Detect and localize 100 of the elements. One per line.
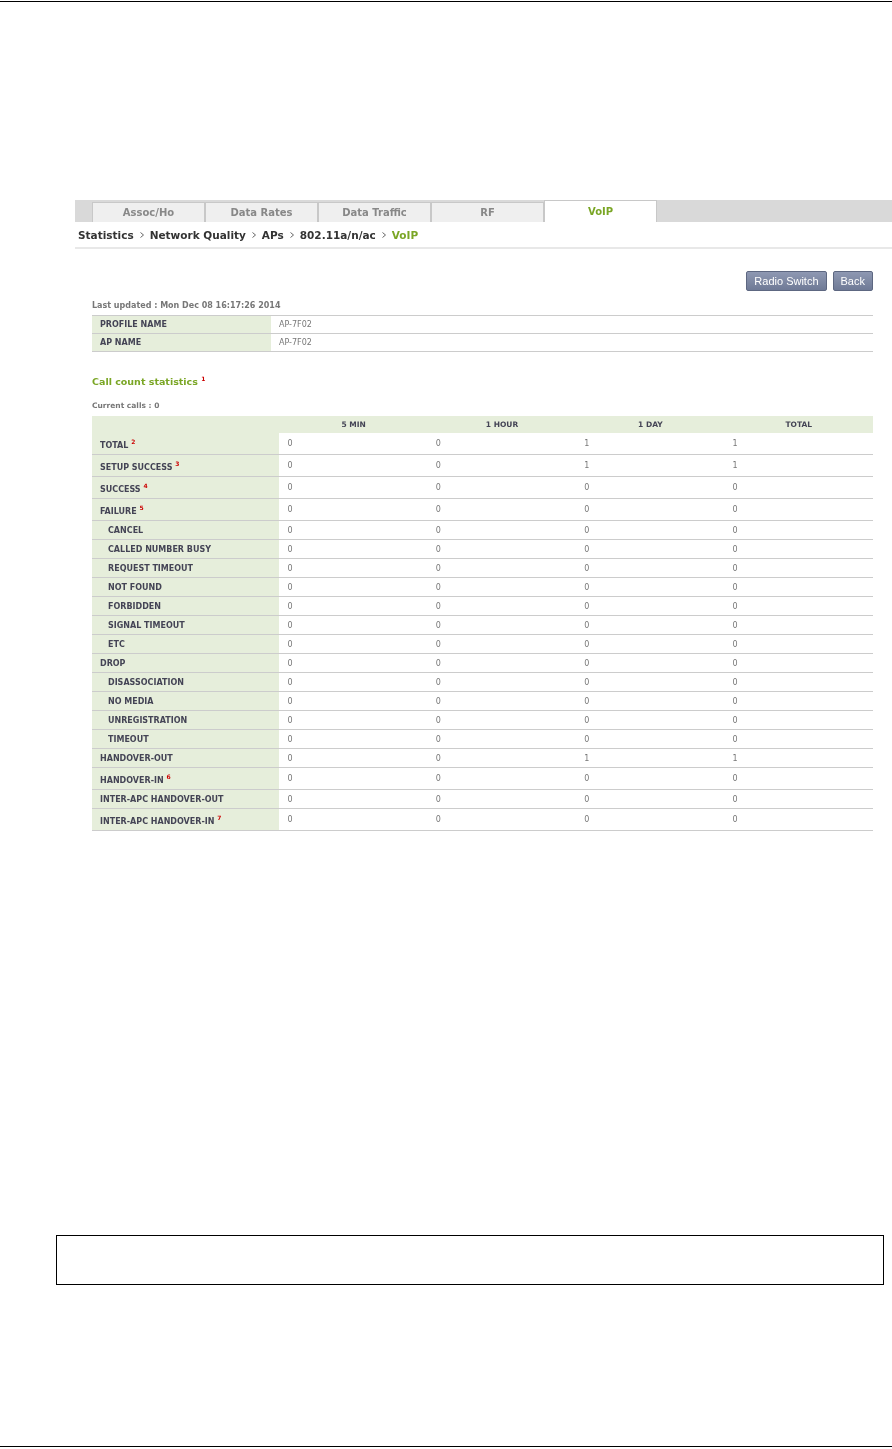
table-cell: 0 xyxy=(427,729,577,749)
table-cell: 0 xyxy=(576,789,725,809)
table-cell: 0 xyxy=(279,539,428,559)
table-cell: 0 xyxy=(279,808,428,831)
table-cell: 0 xyxy=(279,691,428,711)
table-cell: 0 xyxy=(427,767,577,790)
table-cell: 0 xyxy=(279,577,428,597)
table-cell: 1 xyxy=(576,748,725,768)
row-header: FAILURE $^{5}$ xyxy=(92,498,280,521)
table-cell: 1 xyxy=(724,748,873,768)
tab[interactable]: Data Traffic xyxy=(318,202,431,222)
table-cell: 0 xyxy=(279,789,428,809)
table-cell: 0 xyxy=(576,653,725,673)
table-cell: 0 xyxy=(576,539,725,559)
table-cell: 0 xyxy=(279,558,428,578)
tab[interactable]: VoIP xyxy=(544,200,657,222)
table-cell: 0 xyxy=(576,729,725,749)
table-cell: 0 xyxy=(724,498,873,521)
table-cell: 0 xyxy=(724,596,873,616)
breadcrumb-item[interactable]: Network Quality xyxy=(149,228,246,241)
table-cell: 0 xyxy=(724,729,873,749)
table-cell: 0 xyxy=(576,691,725,711)
table-cell: 0 xyxy=(427,691,577,711)
breadcrumb-item[interactable]: APs xyxy=(261,228,284,241)
table-cell: 0 xyxy=(724,558,873,578)
table-cell: 0 xyxy=(279,748,428,768)
table-cell: 1 xyxy=(724,454,873,477)
table-cell: 0 xyxy=(576,615,725,635)
chevron-icon xyxy=(289,231,294,238)
table-cell: 0 xyxy=(724,520,873,540)
table-cell: 0 xyxy=(427,476,577,499)
table-cell: 0 xyxy=(724,653,873,673)
table-cell: 0 xyxy=(279,767,428,790)
row-header: INTER-APC HANDOVER-IN $^{7}$ xyxy=(92,808,280,831)
table-cell: 0 xyxy=(724,789,873,809)
table-cell: 0 xyxy=(427,653,577,673)
row-header: PROFILE NAME xyxy=(92,315,271,334)
table-cell: 0 xyxy=(576,558,725,578)
table-cell: 0 xyxy=(724,615,873,635)
table-cell: 0 xyxy=(576,520,725,540)
table-cell: 0 xyxy=(576,808,725,831)
table-cell: 0 xyxy=(279,729,428,749)
table-cell: 1 xyxy=(576,454,725,477)
row-header: HANDOVER-IN $^{6}$ xyxy=(92,767,280,790)
table-cell: 0 xyxy=(427,710,577,730)
chevron-icon xyxy=(139,231,144,238)
table-cell: 0 xyxy=(279,710,428,730)
row-header: SETUP SUCCESS $^{3}$ xyxy=(92,454,280,477)
table-cell: AP-7F02 xyxy=(271,333,873,352)
table-cell: 0 xyxy=(724,710,873,730)
table-cell: 0 xyxy=(427,748,577,768)
breadcrumb-item[interactable]: 802.11a/n/ac xyxy=(299,228,376,241)
table-cell: 0 xyxy=(427,808,577,831)
table-cell: 0 xyxy=(427,498,577,521)
breadcrumb-item[interactable]: Statistics xyxy=(78,228,134,241)
table-cell: 0 xyxy=(576,710,725,730)
table-cell: 0 xyxy=(576,498,725,521)
table-cell: 0 xyxy=(724,577,873,597)
table-cell: 0 xyxy=(279,634,428,654)
breadcrumb-item: VoIP xyxy=(391,228,419,241)
table-cell: 1 xyxy=(724,433,873,455)
table-cell: 0 xyxy=(724,476,873,499)
table-cell: 0 xyxy=(279,498,428,521)
table-cell: 0 xyxy=(427,454,577,477)
table-cell: 0 xyxy=(724,808,873,831)
table-cell: 0 xyxy=(427,634,577,654)
table-cell: 0 xyxy=(576,672,725,692)
table-cell: 0 xyxy=(576,634,725,654)
row-header: TOTAL $^{2}$ xyxy=(92,433,280,455)
table-cell: 0 xyxy=(427,539,577,559)
table-cell: 0 xyxy=(427,596,577,616)
table-cell: 0 xyxy=(279,653,428,673)
chevron-icon xyxy=(251,231,256,238)
tab[interactable]: Data Rates xyxy=(205,202,318,222)
table-cell: 0 xyxy=(279,672,428,692)
tab[interactable]: RF xyxy=(431,202,544,222)
table-cell: 0 xyxy=(279,596,428,616)
table-cell: 0 xyxy=(427,789,577,809)
table-cell: 0 xyxy=(427,577,577,597)
tab[interactable]: Assoc/Ho xyxy=(92,202,205,222)
section-title: Call count statistics $^{1}$ xyxy=(92,375,207,388)
action-button[interactable]: Back xyxy=(832,271,873,291)
table-cell: 0 xyxy=(279,520,428,540)
table-cell: 0 xyxy=(724,672,873,692)
table-cell: 0 xyxy=(427,672,577,692)
table-cell: 0 xyxy=(576,596,725,616)
action-button[interactable]: Radio Switch xyxy=(746,271,827,291)
table-cell: 0 xyxy=(724,691,873,711)
last-updated-text: Last updated : Mon Dec 08 16:17:26 2014 xyxy=(92,301,282,310)
table-cell: 0 xyxy=(576,476,725,499)
table-cell: 0 xyxy=(724,767,873,790)
table-cell: AP-7F02 xyxy=(271,315,873,334)
table-cell: 0 xyxy=(279,476,428,499)
table-cell: 0 xyxy=(724,634,873,654)
table-cell: 0 xyxy=(279,433,428,455)
table-cell: 0 xyxy=(279,615,428,635)
table-cell: 0 xyxy=(724,539,873,559)
table-cell: 0 xyxy=(427,558,577,578)
table-cell: 0 xyxy=(427,433,577,455)
table-cell: 0 xyxy=(427,520,577,540)
